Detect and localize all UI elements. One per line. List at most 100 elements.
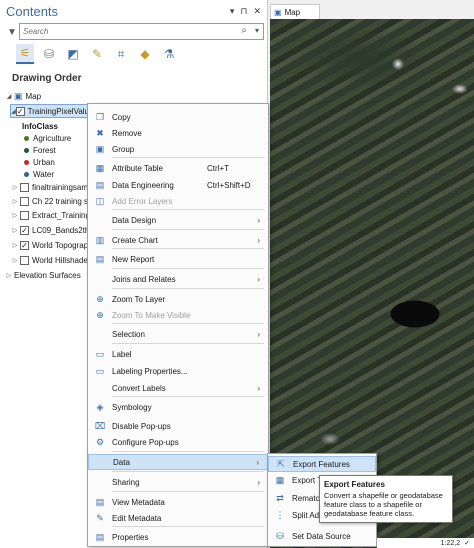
layer-checkbox[interactable]: ✓ — [20, 225, 29, 235]
menu-item-create-chart[interactable]: ▥ Create Chart › — [88, 232, 268, 248]
submenu-item-label: Export Features — [293, 459, 350, 469]
map-tab-icon: ▣ — [274, 7, 282, 17]
editing-icon[interactable]: ✎ — [88, 44, 106, 64]
layer-row[interactable]: ▷ Ch 22 training sa — [10, 194, 92, 208]
layer-checkbox[interactable] — [20, 210, 29, 220]
perspective-icon[interactable]: ⚗ — [160, 44, 178, 64]
menu-item-data[interactable]: Data › — [88, 454, 268, 470]
symbology-icon: ◈ — [96, 401, 104, 412]
layer-row[interactable]: ▷ finaltrainingsam — [10, 180, 88, 194]
legend-label: Agriculture — [33, 133, 72, 143]
menu-item-add-error-layers[interactable]: ◫ Add Error Layers — [88, 193, 268, 209]
menu-item-copy[interactable]: ❐ Copy — [88, 109, 268, 125]
layer-checkbox[interactable] — [20, 255, 29, 265]
search-options-icon[interactable]: ▾ — [255, 26, 259, 35]
remove-icon: ✖ — [96, 127, 104, 138]
menu-item-group[interactable]: ▣ Group — [88, 141, 268, 157]
selection-icon[interactable]: ◩ — [64, 44, 82, 64]
layer-checkbox[interactable]: ✓ — [15, 106, 25, 116]
menu-item-data-design[interactable]: Data Design › — [88, 212, 268, 228]
layer-row[interactable]: ▷ ✓ LC09_Bands2thr — [10, 223, 92, 237]
chevron-right-icon: › — [257, 274, 260, 284]
menu-item-labeling-properties[interactable]: ▭ Labeling Properties... — [88, 363, 268, 379]
layer-checkbox[interactable]: ✓ — [20, 240, 29, 250]
layer-label: World Topograp — [32, 240, 89, 250]
submenu-icon: ⇄ — [276, 492, 284, 503]
search-icon[interactable]: ⌕ — [241, 25, 247, 36]
legend-swatch — [24, 159, 29, 165]
menu-separator — [112, 526, 264, 527]
autohide-icon[interactable]: ⊓ — [240, 6, 247, 17]
scale-readout[interactable]: 1:22,2 — [441, 540, 460, 547]
layer-checkbox[interactable] — [20, 196, 29, 206]
menu-item-label: Data Engineering — [112, 180, 174, 190]
menu-item-label[interactable]: ▭ Label — [88, 346, 268, 362]
menu-item-label: Zoom To Make Visible — [112, 310, 191, 320]
expand-icon[interactable]: ▷ — [10, 242, 20, 249]
menu-item-zoom-to-make-visible[interactable]: ⊕ Zoom To Make Visible — [88, 307, 268, 323]
menu-item-label: View Metadata — [112, 497, 165, 507]
expand-icon[interactable]: ▷ — [10, 184, 20, 191]
expand-icon[interactable]: ▷ — [10, 198, 20, 205]
chevron-right-icon: › — [257, 383, 260, 393]
menu-item-joins-and-relates[interactable]: Joins and Relates › — [88, 271, 268, 287]
menu-item-symbology[interactable]: ◈ Symbology — [88, 399, 268, 415]
submenu-item-label: Set Data Source — [292, 531, 351, 541]
menu-item-convert-labels[interactable]: Convert Labels › — [88, 380, 268, 396]
drawing-order-icon[interactable]: ⚟ — [16, 44, 34, 64]
menu-item-new-report[interactable]: ▤ New Report — [88, 251, 268, 267]
submenu-item-set-data-source[interactable]: ⛁ Set Data Source — [268, 528, 376, 544]
layer-label: Ch 22 training sa — [32, 196, 93, 206]
menu-item-configure-pop-ups[interactable]: ⚙ Configure Pop-ups — [88, 434, 268, 450]
expand-icon[interactable]: ▷ — [4, 272, 14, 279]
layer-row[interactable]: ▷ Extract_Training — [10, 208, 90, 222]
layer-label: finaltrainingsam — [32, 182, 89, 192]
map-node[interactable]: ◢ ▣ Map — [4, 89, 41, 103]
menu-item-label: Symbology — [112, 402, 152, 412]
snapping-icon[interactable]: ⌗ — [112, 44, 130, 64]
menu-item-label: New Report — [112, 254, 155, 264]
menu-item-selection[interactable]: Selection › — [88, 326, 268, 342]
collapse-icon[interactable]: ◢ — [4, 93, 14, 100]
close-icon[interactable]: ✕ — [253, 6, 261, 17]
menu-item-label: Disable Pop-ups — [112, 421, 171, 431]
menu-separator — [112, 471, 264, 472]
expand-icon[interactable]: ▷ — [10, 227, 20, 234]
layer-row-selected[interactable]: ◢ ✓ TrainingPixelValu — [10, 104, 90, 118]
menu-item-label: Sharing — [112, 477, 140, 487]
menu-item-label: Create Chart — [112, 235, 158, 245]
menu-item-edit-metadata[interactable]: ✎ Edit Metadata — [88, 510, 268, 526]
menu-item-zoom-to-layer[interactable]: ⊕ Zoom To Layer — [88, 291, 268, 307]
layer-checkbox[interactable] — [20, 182, 29, 192]
chevron-right-icon: › — [257, 477, 260, 487]
legend-label: Urban — [33, 157, 55, 167]
filter-icon[interactable]: ▼ — [7, 27, 17, 38]
layer-label: World Hillshade — [32, 255, 88, 265]
search-box[interactable]: ⌕ ▾ — [19, 23, 264, 40]
tooltip-body: Convert a shapefile or geodatabase featu… — [324, 491, 443, 518]
menu-item-disable-pop-ups[interactable]: ⌧ Disable Pop-ups — [88, 418, 268, 434]
search-input[interactable] — [20, 24, 220, 39]
submenu-item-export-features[interactable]: ⇱ Export Features — [268, 456, 376, 472]
menu-item-remove[interactable]: ✖ Remove — [88, 125, 268, 141]
menu-item-view-metadata[interactable]: ▤ View Metadata — [88, 494, 268, 510]
elevation-surfaces[interactable]: ▷ Elevation Surfaces — [4, 268, 81, 282]
popup-config-icon: ⚙ — [95, 436, 105, 447]
menu-item-data-engineering[interactable]: ▤ Data Engineering Ctrl+Shift+D — [88, 177, 268, 193]
expand-icon[interactable]: ▷ — [10, 257, 20, 264]
data-source-icon[interactable]: ⛁ — [40, 44, 58, 64]
pane-controls: ▾ ⊓ ✕ — [230, 6, 261, 17]
labeling-icon: ▭ — [95, 365, 105, 376]
labeling-icon[interactable]: ◆ — [136, 44, 154, 64]
shortcut-label: Ctrl+T — [207, 163, 229, 173]
menu-item-sharing[interactable]: Sharing › — [88, 474, 268, 490]
menu-item-attribute-table[interactable]: ▦ Attribute Table Ctrl+T — [88, 160, 268, 176]
expand-icon[interactable]: ▷ — [10, 212, 20, 219]
menu-item-properties[interactable]: ▤ Properties — [88, 529, 268, 545]
pin-icon[interactable]: ▾ — [230, 6, 235, 17]
metadata-icon: ▤ — [95, 496, 105, 507]
layer-row[interactable]: ▷ ✓ World Topograp — [10, 238, 88, 252]
layer-row[interactable]: ▷ World Hillshade — [10, 253, 88, 267]
menu-item-label: Labeling Properties... — [112, 366, 188, 376]
map-tab[interactable]: ▣ Map — [270, 4, 320, 19]
